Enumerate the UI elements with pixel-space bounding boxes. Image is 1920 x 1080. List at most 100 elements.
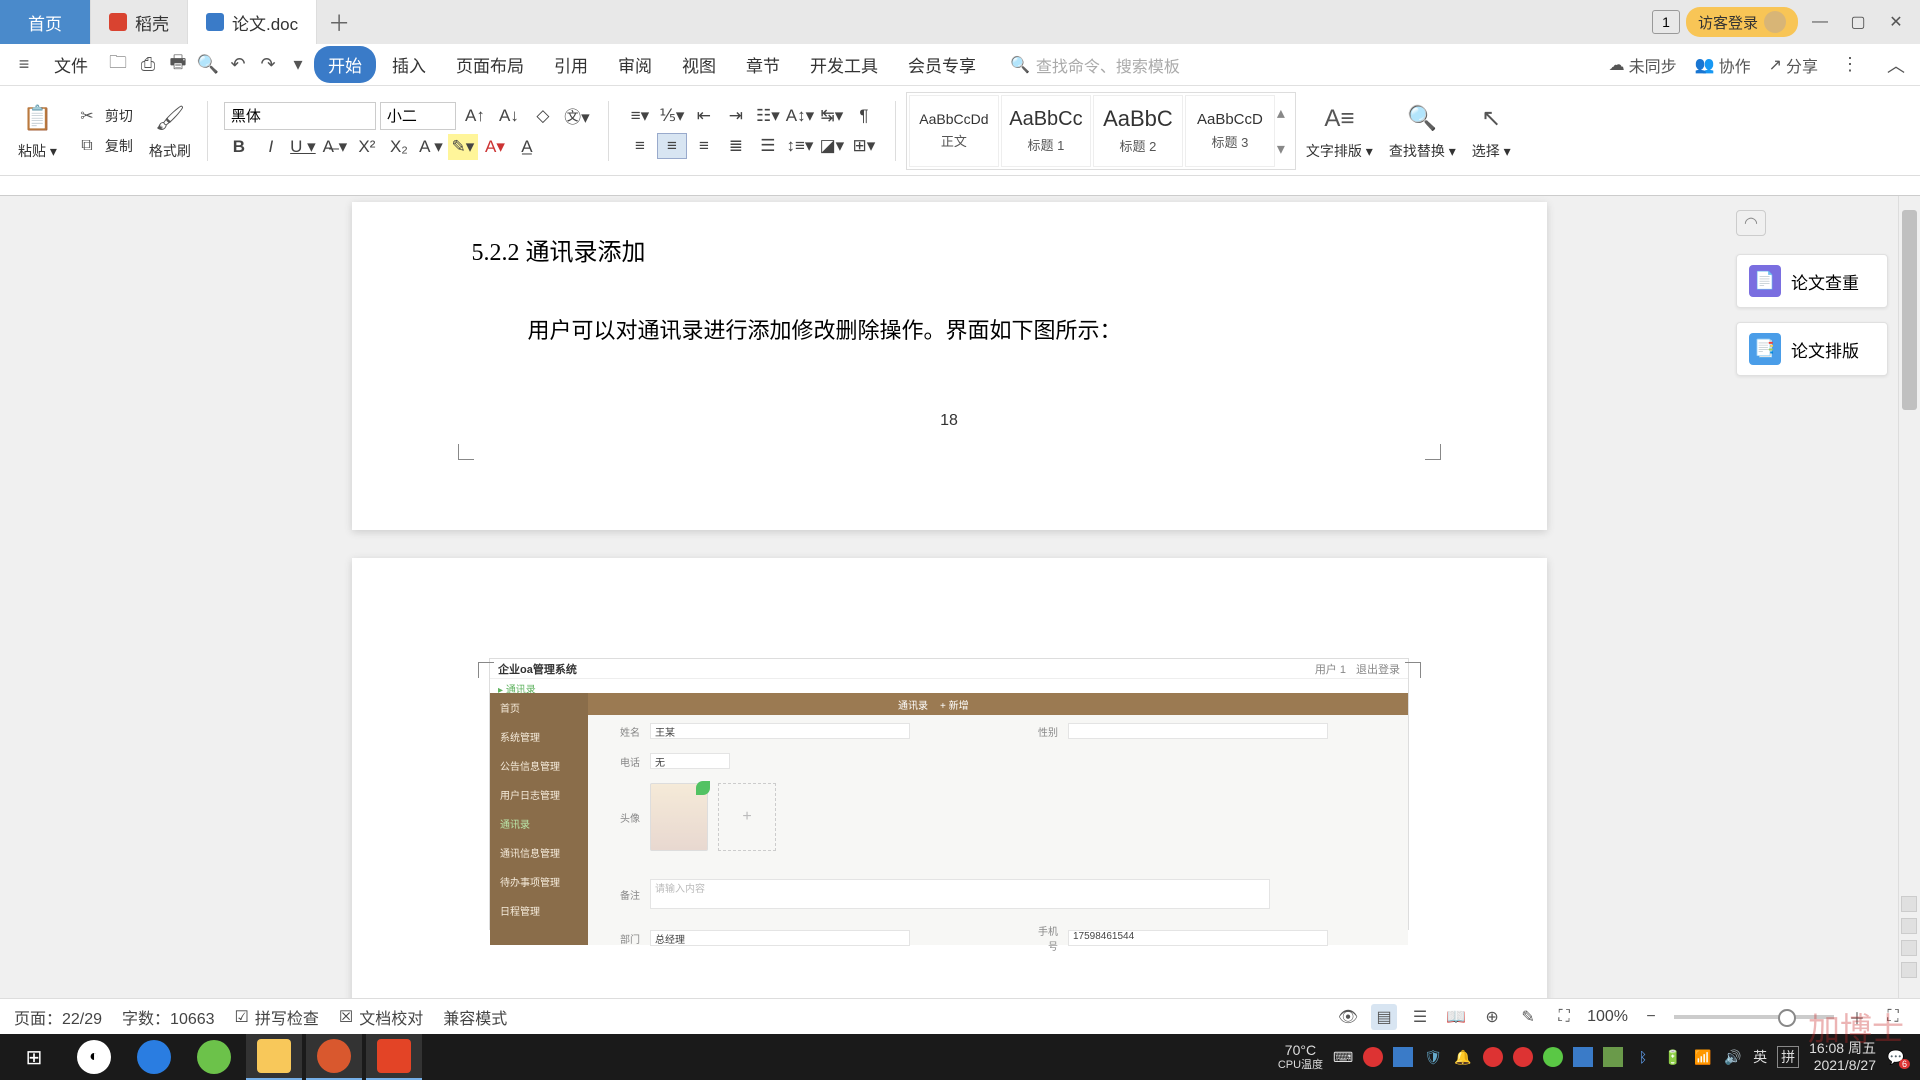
tray-ime-lang[interactable]: 英 [1753,1047,1767,1067]
cpu-temp[interactable]: 70°C [1278,1043,1323,1058]
tray-icon-5[interactable] [1573,1047,1593,1067]
paste-icon[interactable]: 📋 [19,101,55,137]
zoom-in-icon[interactable]: ＋ [1844,1004,1870,1030]
fullscreen-icon[interactable]: ⛶ [1880,1004,1906,1030]
document-scroll[interactable]: 5.2.2 通讯录添加 用户可以对通讯录进行添加修改删除操作。界面如下图所示： … [0,196,1898,1034]
sort-button[interactable]: ↹▾ [817,103,847,129]
task-view-button[interactable]: ◐ [66,1034,122,1080]
copy-label[interactable]: 复制 [105,136,133,156]
format-painter-group[interactable]: 🖌 格式刷 [143,101,197,161]
print-preview-icon[interactable]: ⎙ [134,51,162,79]
undo-icon[interactable]: ↶ [224,51,252,79]
clear-format-icon[interactable]: ◇ [528,103,558,129]
vertical-scrollbar[interactable] [1898,196,1920,1034]
number-list-button[interactable]: ⅕▾ [657,103,687,129]
scrollbar-thumb[interactable] [1902,210,1917,410]
bullet-list-button[interactable]: ≡▾ [625,103,655,129]
tray-icon-4[interactable] [1513,1047,1533,1067]
style-scroll-up[interactable]: ▴ [1277,103,1293,123]
ie-button[interactable] [126,1034,182,1080]
web-view-icon[interactable]: ⊕ [1479,1004,1505,1030]
tray-shield-icon[interactable]: 🛡 [1423,1047,1443,1067]
redo-icon[interactable]: ↷ [254,51,282,79]
shading-button[interactable]: ◪▾ [817,133,847,159]
menu-review[interactable]: 审阅 [604,46,666,83]
border-button[interactable]: ⊞▾ [849,133,879,159]
style-scroll-down[interactable]: ▾ [1277,139,1293,159]
print-icon[interactable]: 🖶 [164,51,192,79]
file-menu[interactable]: 文件 [40,46,102,83]
paper-layout-button[interactable]: 📑论文排版 [1736,322,1888,376]
more-icon[interactable]: ⋮ [1836,51,1864,79]
collapse-ribbon-icon[interactable]: ︿ [1882,51,1910,79]
eye-protect-icon[interactable]: 👁 [1335,1004,1361,1030]
font-color-button[interactable]: A▾ [480,134,510,160]
ink-icon[interactable]: ✎ [1515,1004,1541,1030]
strikethrough-button[interactable]: A̶ ▾ [320,134,350,160]
zoom-slider[interactable] [1674,1015,1834,1019]
bold-button[interactable]: B [224,134,254,160]
spell-check[interactable]: ☑ 拼写检查 [235,1005,319,1029]
menu-start[interactable]: 开始 [314,46,376,83]
preview-icon[interactable]: 🔍 [194,51,222,79]
share-button[interactable]: ↗ 分享 [1769,53,1818,77]
menu-page-layout[interactable]: 页面布局 [442,46,538,83]
more-quick-icon[interactable]: ▾ [284,51,312,79]
tray-icon-6[interactable] [1603,1047,1623,1067]
panel-toggle-icon[interactable]: ◠ [1736,210,1766,236]
hamburger-icon[interactable]: ≡ [10,51,38,79]
browser-button[interactable] [186,1034,242,1080]
tray-battery-icon[interactable]: 🔋 [1663,1047,1683,1067]
sync-status[interactable]: ☁ 未同步 [1609,53,1677,77]
copy-icon[interactable]: ⧉ [73,133,101,159]
menu-reference[interactable]: 引用 [540,46,602,83]
menu-view[interactable]: 视图 [668,46,730,83]
collab-button[interactable]: 👥 协作 [1695,53,1751,77]
style-heading3[interactable]: AaBbCcD标题 3 [1185,95,1275,167]
align-center-button[interactable]: ≡ [657,133,687,159]
save-icon[interactable]: 🗀 [104,51,132,79]
cut-label[interactable]: 剪切 [105,106,133,126]
start-button[interactable]: ⊞ [6,1034,62,1080]
menu-dev-tools[interactable]: 开发工具 [796,46,892,83]
horizontal-ruler[interactable] [0,176,1920,196]
tray-wifi-icon[interactable]: 📶 [1693,1047,1713,1067]
text-layout-button[interactable]: A≡文字排版 ▾ [1300,101,1379,161]
char-border-button[interactable]: A̲ [512,134,542,160]
subscript-button[interactable]: X₂ [384,134,414,160]
increase-font-icon[interactable]: A↑ [460,103,490,129]
word-count[interactable]: 字数：10663 [122,1005,215,1029]
command-search[interactable]: 🔍 查找命令、搜索模板 [1010,53,1180,77]
show-marks-button[interactable]: ¶ [849,103,879,129]
app-button-1[interactable] [306,1034,362,1080]
style-heading1[interactable]: AaBbCc标题 1 [1001,95,1091,167]
menu-member[interactable]: 会员专享 [894,46,990,83]
zoom-percent[interactable]: 100% [1587,1008,1628,1026]
fit-width-icon[interactable]: ⛶ [1551,1004,1577,1030]
maximize-button[interactable]: ▢ [1842,6,1874,38]
font-size-select[interactable] [380,102,456,130]
guest-login-button[interactable]: 访客登录 [1686,7,1798,37]
line-spacing-button[interactable]: ↕≡▾ [785,133,815,159]
plagiarism-check-button[interactable]: 📄论文查重 [1736,254,1888,308]
align-distribute-button[interactable]: ☰ [753,133,783,159]
taskbar-clock[interactable]: 16:08 周五2021/8/27 [1809,1040,1876,1074]
nav-icon-3[interactable] [1901,940,1917,956]
align-right-button[interactable]: ≡ [689,133,719,159]
decrease-font-icon[interactable]: A↓ [494,103,524,129]
select-button[interactable]: ↖选择 ▾ [1466,101,1517,161]
tray-ime-mode[interactable]: 拼 [1777,1046,1799,1068]
asian-layout-button[interactable]: ☷▾ [753,103,783,129]
highlight-button[interactable]: ✎▾ [448,134,478,160]
tab-daoke[interactable]: 稻壳 [91,0,188,44]
align-left-button[interactable]: ≡ [625,133,655,159]
tab-home[interactable]: 首页 [0,0,91,44]
nav-icon-2[interactable] [1901,918,1917,934]
tray-icon-3[interactable] [1483,1047,1503,1067]
page-view-icon[interactable]: ▤ [1371,1004,1397,1030]
page-indicator[interactable]: 页面：22/29 [14,1005,102,1029]
explorer-button[interactable] [246,1034,302,1080]
tray-bluetooth-icon[interactable]: ᛒ [1633,1047,1653,1067]
new-tab-button[interactable]: ＋ [317,6,361,38]
tab-document[interactable]: 论文.doc [188,0,317,44]
